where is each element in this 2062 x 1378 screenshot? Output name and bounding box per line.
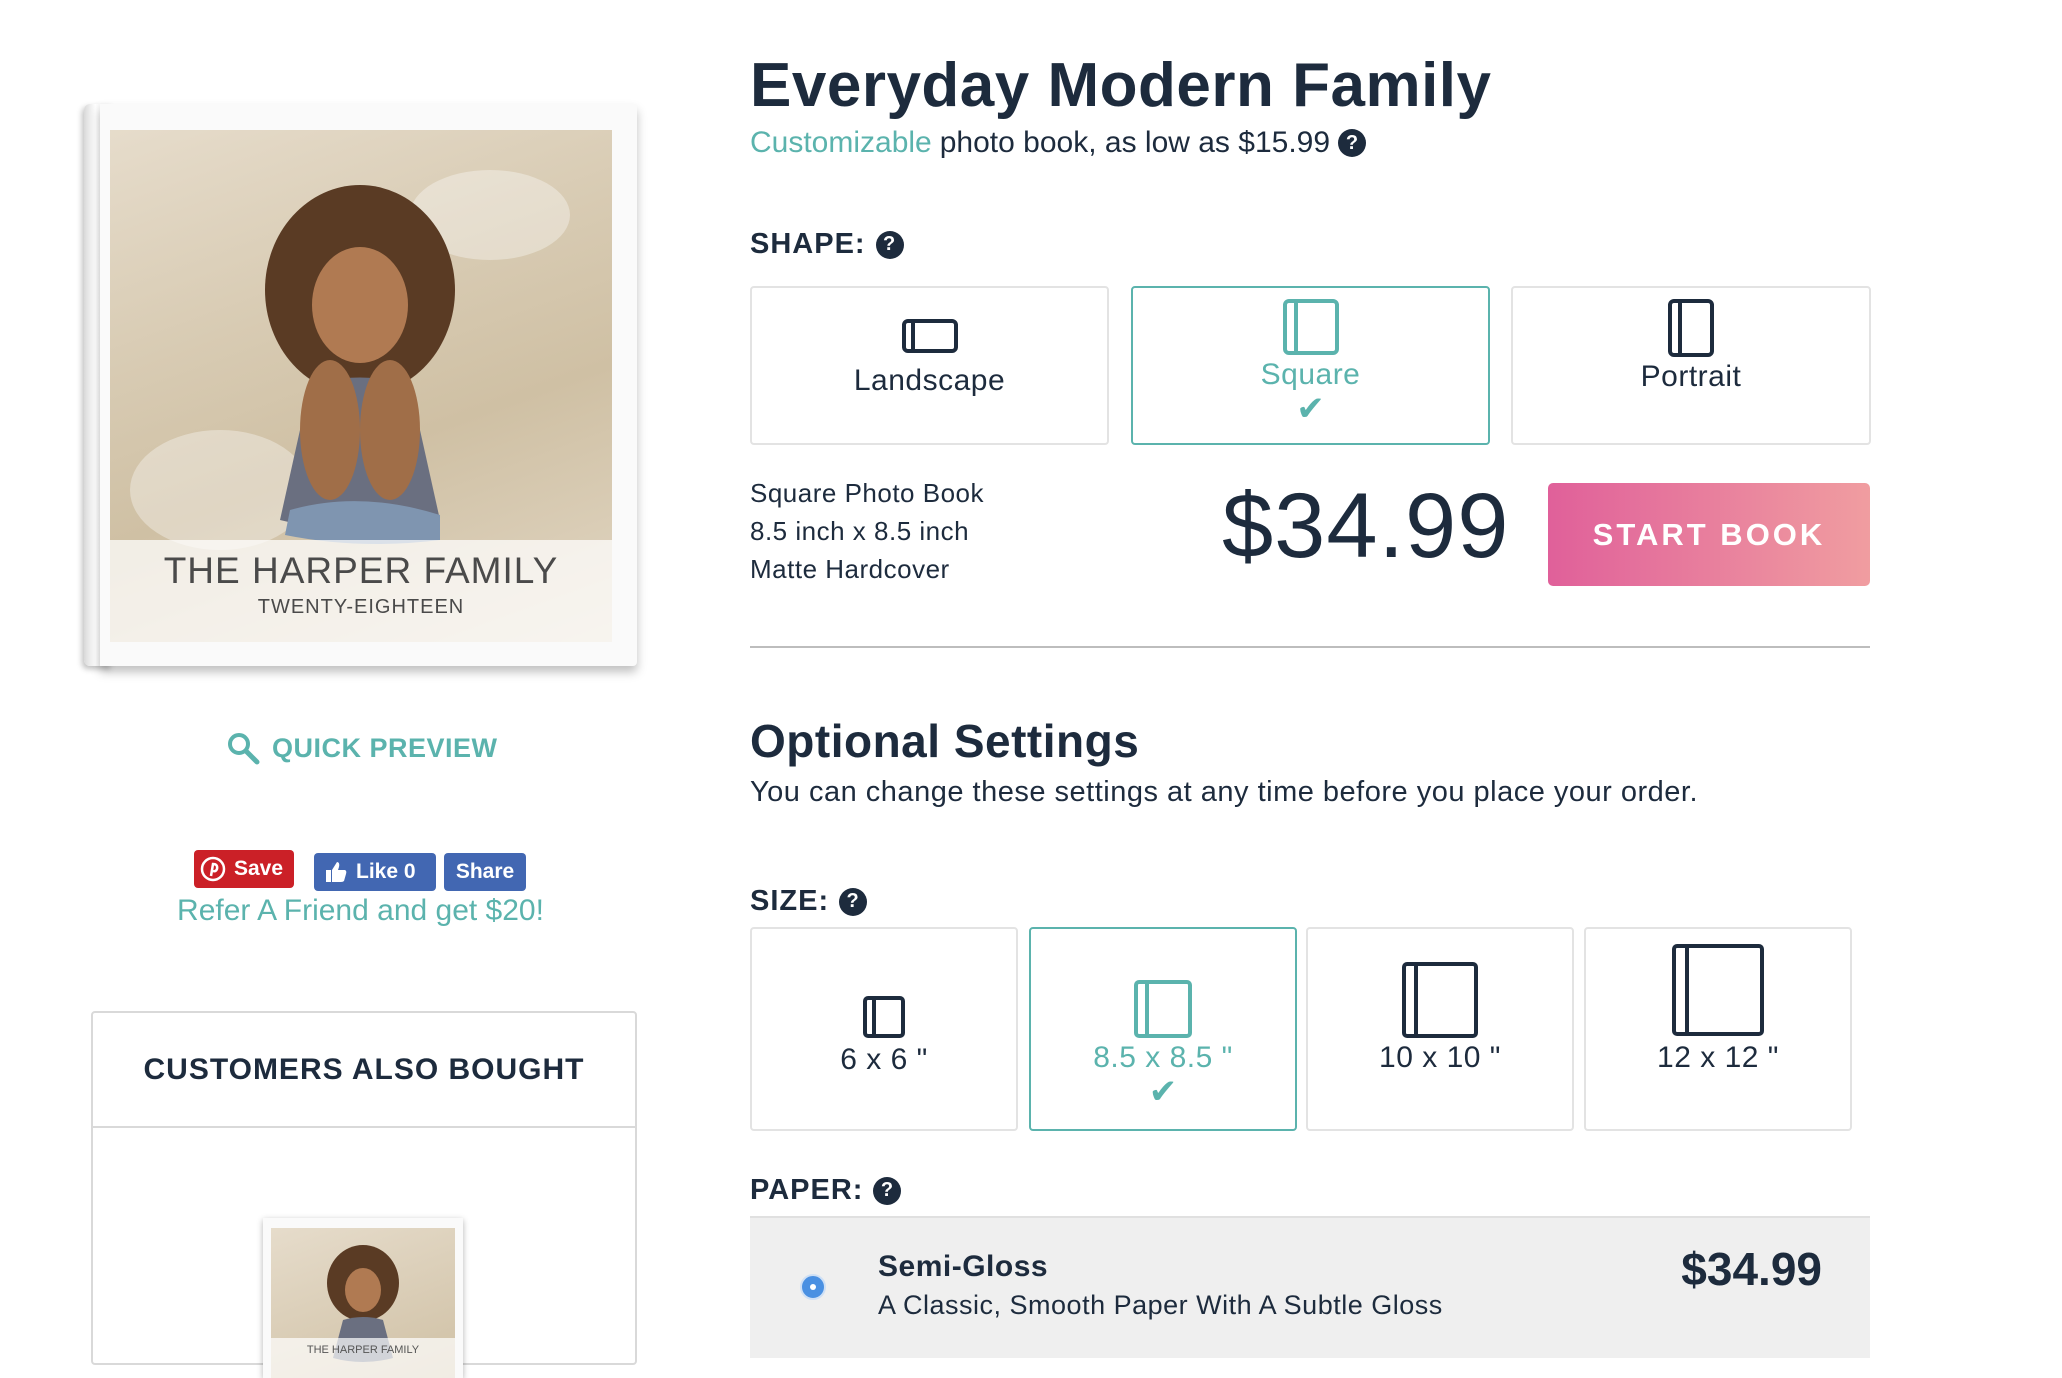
subtitle-text: photo book, as low as $15.99 xyxy=(939,126,1331,159)
shape-label: SHAPE: xyxy=(750,228,866,260)
size-option-6x6[interactable]: 6 x 6 " xyxy=(750,927,1018,1131)
size-option-label: 12 x 12 " xyxy=(1657,1041,1779,1074)
product-title: Everyday Modern Family xyxy=(750,51,1492,120)
quick-preview-label: QUICK PREVIEW xyxy=(272,732,498,763)
paper-price: $34.99 xyxy=(1681,1243,1822,1295)
product-spec: Square Photo Book 8.5 inch x 8.5 inch Ma… xyxy=(750,474,984,588)
customizable-link[interactable]: Customizable xyxy=(750,126,932,160)
divider xyxy=(93,1126,635,1128)
facebook-like-button[interactable]: Like 0 xyxy=(314,853,436,891)
shape-option-square[interactable]: Square ✔ xyxy=(1131,286,1490,445)
magnifier-icon xyxy=(228,733,260,765)
product-subtitle: Customizable photo book, as low as $15.9… xyxy=(750,126,1367,160)
paper-label: PAPER: xyxy=(750,1174,864,1206)
product-price: $34.99 xyxy=(1222,475,1510,577)
shape-option-label: Landscape xyxy=(853,364,1006,397)
paper-radio[interactable] xyxy=(800,1274,826,1300)
facebook-share-button[interactable]: Share xyxy=(444,853,526,891)
paper-option-semi-gloss[interactable]: Semi-Gloss A Classic, Smooth Paper With … xyxy=(750,1216,1870,1358)
checkmark-icon: ✔ xyxy=(1148,1073,1178,1111)
spec-line-size: 8.5 inch x 8.5 inch xyxy=(750,516,970,546)
size-option-label: 10 x 10 " xyxy=(1379,1041,1501,1074)
help-icon[interactable]: ? xyxy=(1338,129,1367,157)
thumbs-up-icon xyxy=(326,862,347,882)
size-option-12x12[interactable]: 12 x 12 " xyxy=(1584,927,1852,1131)
extra-large-book-icon xyxy=(1672,944,1764,1036)
divider xyxy=(750,646,1870,648)
portrait-book-icon xyxy=(1668,299,1714,357)
medium-book-icon xyxy=(1134,980,1192,1038)
paper-name: Semi-Gloss xyxy=(878,1250,1049,1283)
size-option-10x10[interactable]: 10 x 10 " xyxy=(1306,927,1574,1131)
small-book-icon xyxy=(863,996,905,1038)
size-label: SIZE: xyxy=(750,885,830,917)
pinterest-save-button[interactable]: Save xyxy=(194,850,294,888)
size-option-8.5x8.5[interactable]: 8.5 x 8.5 " ✔ xyxy=(1029,927,1297,1131)
checkmark-icon: ✔ xyxy=(1296,390,1325,428)
help-icon[interactable]: ? xyxy=(839,887,868,916)
large-book-icon xyxy=(1402,962,1478,1038)
help-icon[interactable]: ? xyxy=(875,230,904,259)
help-icon[interactable]: ? xyxy=(873,1176,902,1205)
size-section-label: SIZE: ? xyxy=(750,885,868,918)
customers-also-bought-panel: CUSTOMERS ALSO BOUGHT THE HARPER FAMILY xyxy=(91,1011,637,1378)
optional-settings-description: You can change these settings at any tim… xyxy=(750,776,1699,808)
pinterest-save-label: Save xyxy=(234,857,284,880)
cover-title: THE HARPER FAMILY xyxy=(163,550,559,591)
square-book-icon xyxy=(1282,299,1339,355)
facebook-like-label: Like 0 xyxy=(356,860,416,883)
shape-section-label: SHAPE: ? xyxy=(750,228,904,261)
shape-option-label: Square xyxy=(1260,358,1361,391)
pinterest-icon xyxy=(200,856,226,882)
shape-option-label: Portrait xyxy=(1640,360,1742,393)
spec-line-type: Square Photo Book xyxy=(750,478,984,508)
shape-option-portrait[interactable]: Portrait xyxy=(1511,286,1871,445)
cover-photo: THE HARPER FAMILY TWENTY-EIGHTEEN xyxy=(110,130,612,642)
landscape-book-icon xyxy=(901,319,958,353)
quick-preview-link[interactable]: QUICK PREVIEW xyxy=(226,728,498,768)
spec-line-cover: Matte Hardcover xyxy=(750,554,950,584)
shape-option-landscape[interactable]: Landscape xyxy=(750,286,1109,445)
customers-also-bought-title: CUSTOMERS ALSO BOUGHT xyxy=(143,1053,585,1086)
refer-friend-link[interactable]: Refer A Friend and get $20! xyxy=(84,894,637,928)
paper-description: A Classic, Smooth Paper With A Subtle Gl… xyxy=(878,1290,1443,1320)
size-option-label: 8.5 x 8.5 " xyxy=(1093,1041,1233,1074)
cover-subtitle: TWENTY-EIGHTEEN xyxy=(257,596,465,618)
recommended-product-thumbnail[interactable]: THE HARPER FAMILY xyxy=(263,1218,463,1378)
paper-section-label: PAPER: ? xyxy=(750,1174,902,1207)
optional-settings-title: Optional Settings xyxy=(750,715,1140,767)
size-option-label: 6 x 6 " xyxy=(840,1043,928,1076)
start-book-button[interactable]: START BOOK xyxy=(1548,483,1870,586)
